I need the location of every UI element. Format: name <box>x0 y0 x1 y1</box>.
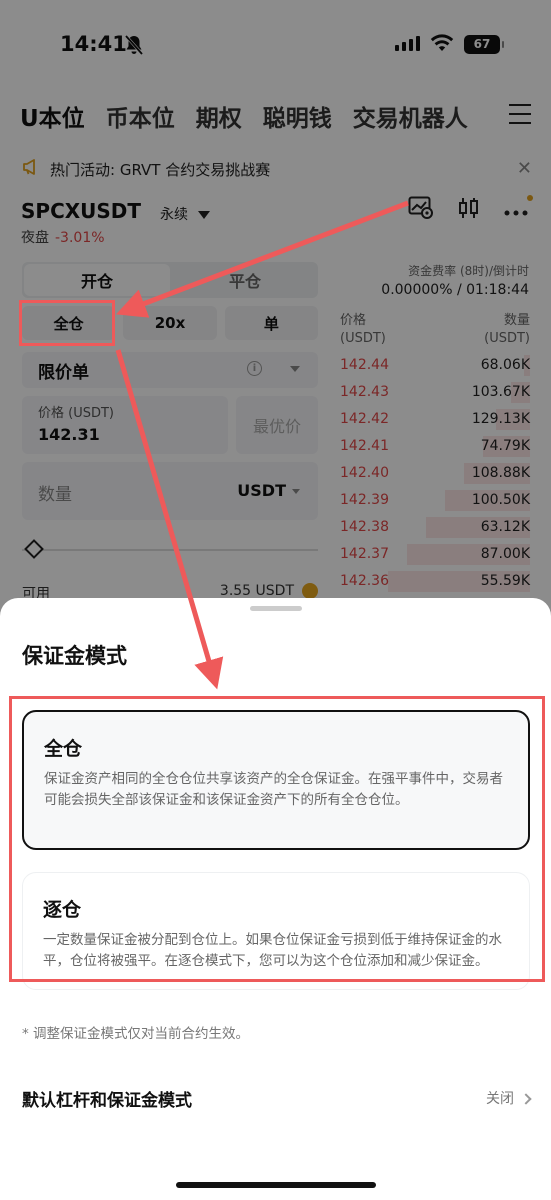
annotation-arrow-to-button <box>115 200 409 318</box>
annotation-arrows <box>115 200 409 690</box>
annotation-arrow-to-options <box>115 349 224 690</box>
